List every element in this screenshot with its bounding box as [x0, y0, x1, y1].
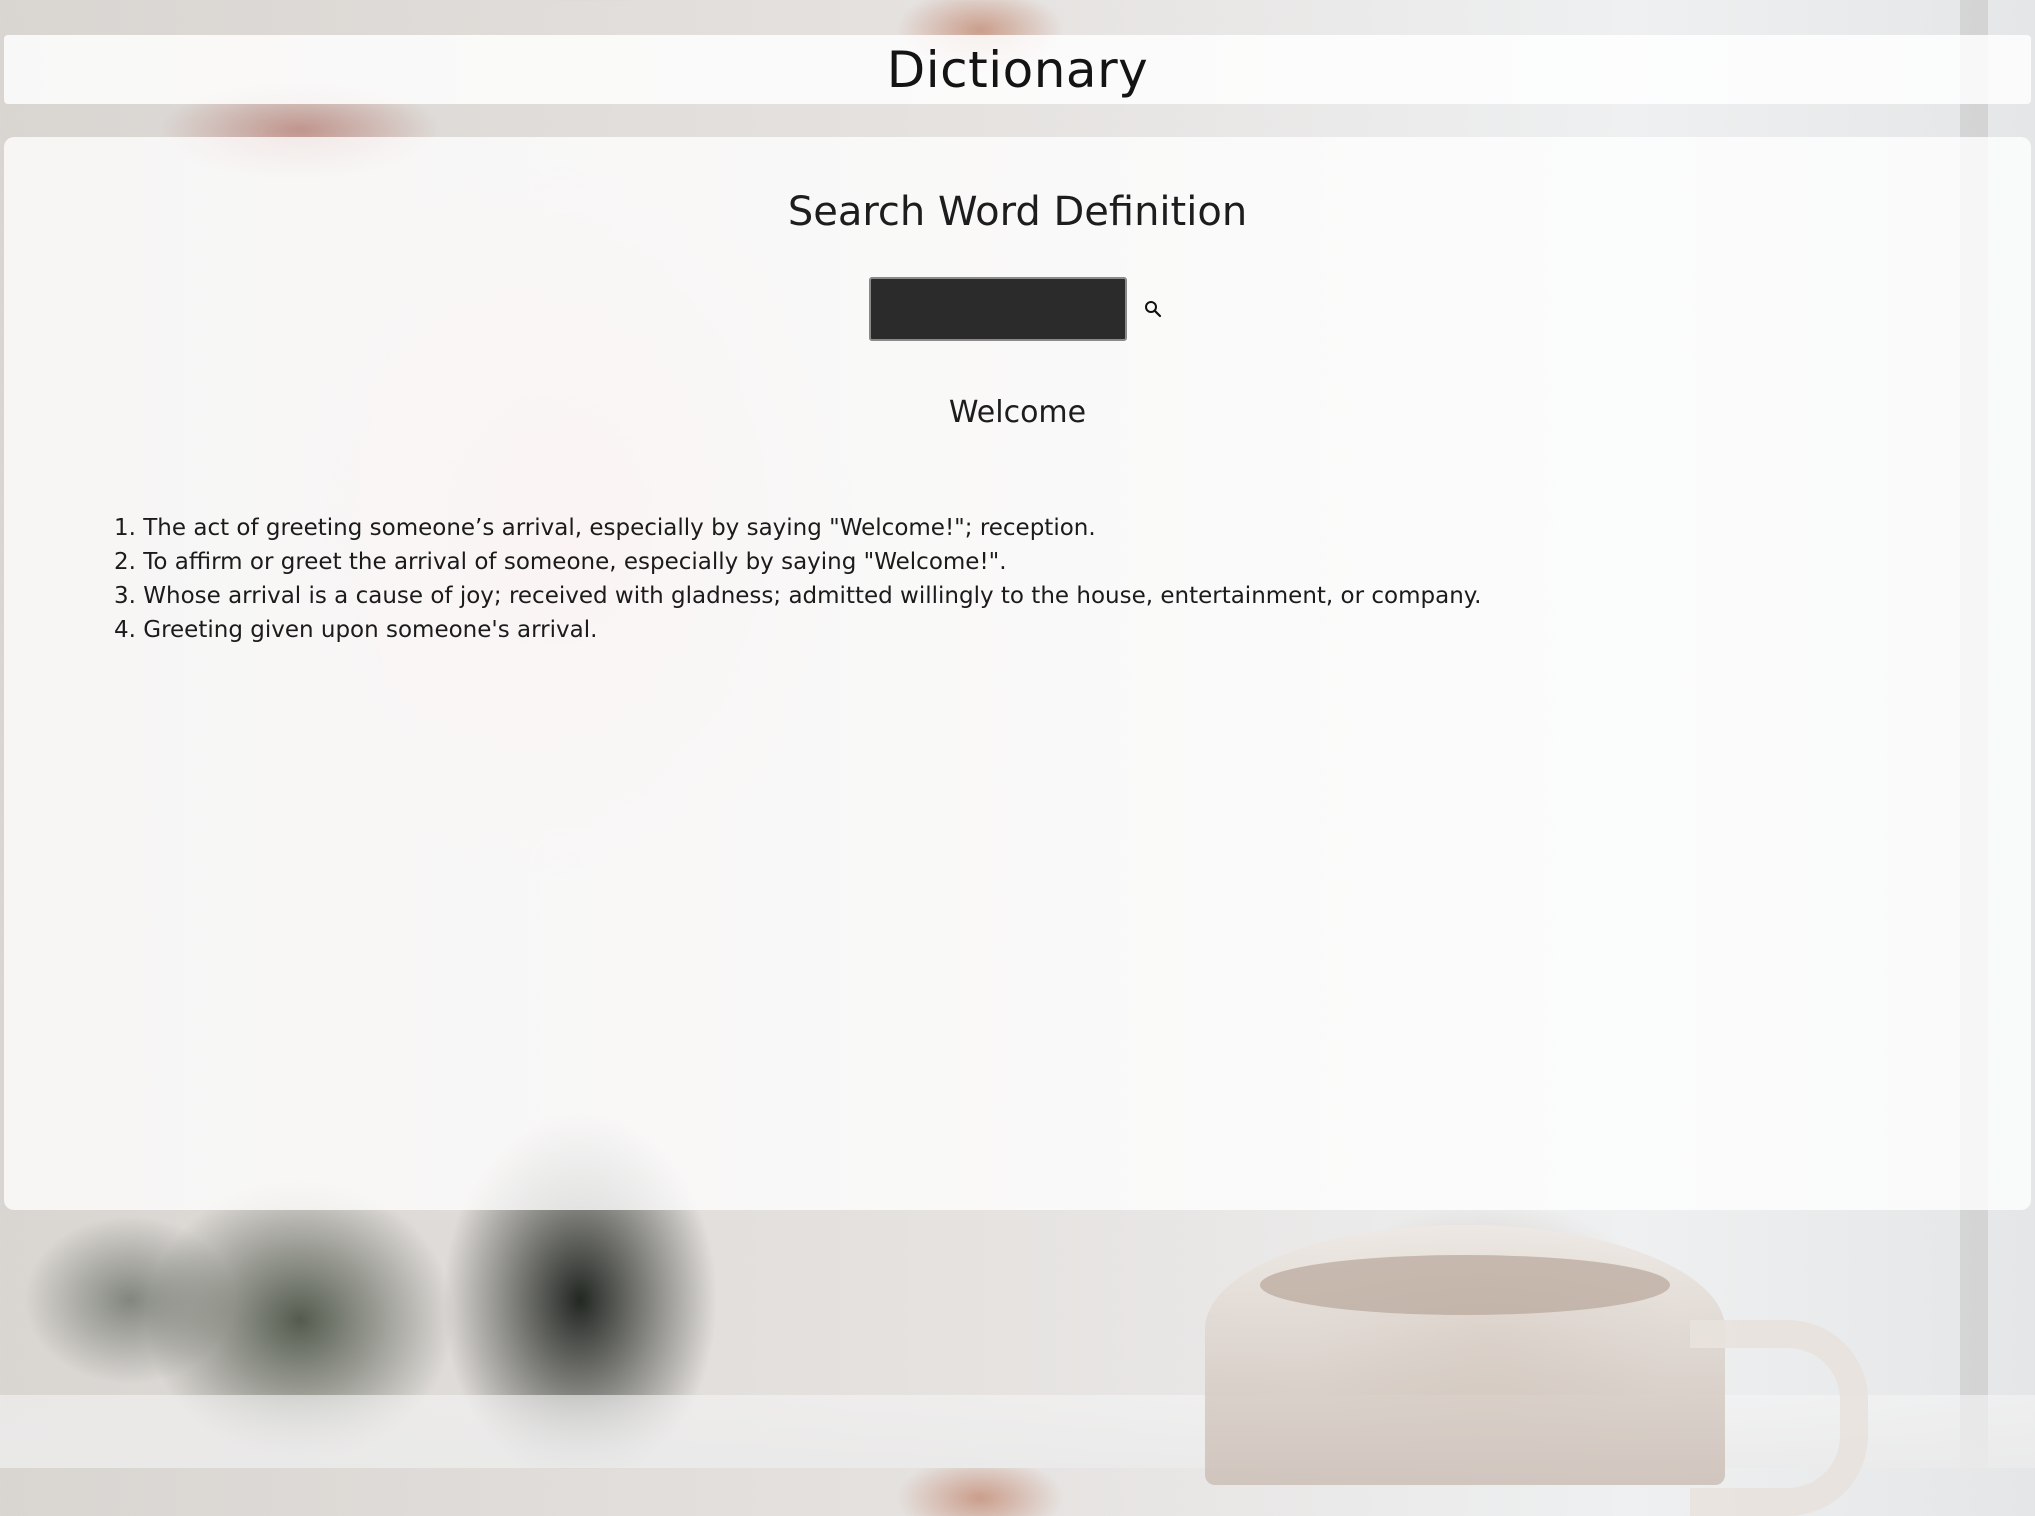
search-button[interactable]: [1133, 289, 1173, 329]
background-coffee-cup-rim: [1260, 1255, 1670, 1315]
result-word: Welcome: [948, 395, 1087, 430]
site-title: Dictionary: [886, 40, 1149, 99]
definition-list: 1. The act of greeting someone’s arrival…: [114, 511, 1481, 647]
definition-item: 3. Whose arrival is a cause of joy; rece…: [114, 583, 1482, 609]
search-bar: [869, 277, 1173, 341]
main-panel: Search Word Definition Welcome 1. The ac…: [4, 137, 2031, 1210]
search-input[interactable]: [869, 277, 1127, 341]
search-icon: [1145, 301, 1162, 318]
definition-item: 2. To affirm or greet the arrival of som…: [114, 549, 1007, 575]
background-coffee-cup-handle: [1690, 1320, 1868, 1516]
definition-item: 4. Greeting given upon someone's arrival…: [114, 617, 598, 643]
search-heading: Search Word Definition: [787, 189, 1248, 235]
definition-item: 1. The act of greeting someone’s arrival…: [114, 515, 1096, 541]
header-bar: Dictionary: [4, 35, 2031, 104]
